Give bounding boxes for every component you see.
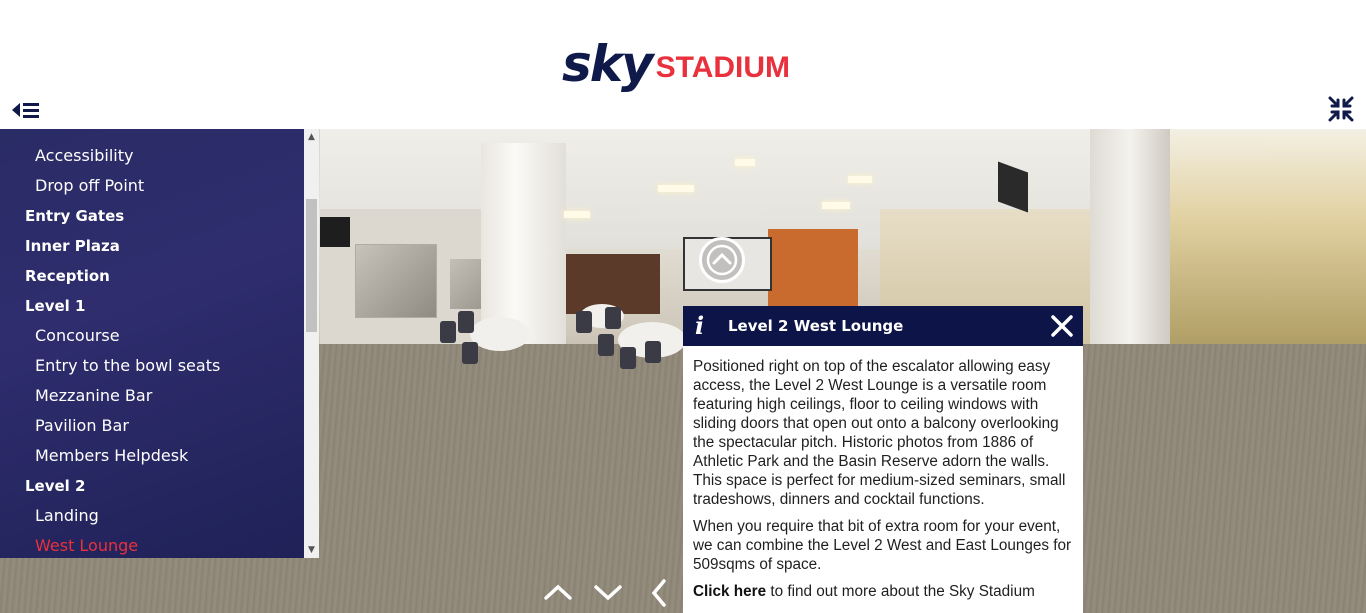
sidebar-item-landing[interactable]: Landing <box>0 501 304 531</box>
sidebar-item-level-2[interactable]: Level 2 <box>0 471 304 501</box>
sidebar-item-concourse[interactable]: Concourse <box>0 321 304 351</box>
info-panel-header: i Level 2 West Lounge <box>683 306 1083 346</box>
sidebar-item-accessibility[interactable]: Accessibility <box>0 141 304 171</box>
chair <box>605 307 621 329</box>
sidebar-scrollbar[interactable]: ▲ ▼ <box>304 129 319 558</box>
panorama-nav <box>540 578 680 608</box>
location-sidebar: Accessibility Drop off Point Entry Gates In… <box>0 129 304 558</box>
ceiling-light <box>735 159 755 166</box>
chevron-down-icon[interactable] <box>590 578 626 608</box>
scroll-thumb[interactable] <box>306 199 317 332</box>
sidebar-item-entry-gates[interactable]: Entry Gates <box>0 201 304 231</box>
sidebar-item-west-lounge[interactable]: West Lounge <box>0 531 304 558</box>
sidebar-item-reception[interactable]: Reception <box>0 261 304 291</box>
sky-stadium-logo[interactable]: sky STADIUM <box>562 30 790 94</box>
chair <box>620 347 636 369</box>
info-description: When you require that bit of extra room … <box>693 518 1072 573</box>
sidebar-item-entry-to-the-bowl-seats[interactable]: Entry to the bowl seats <box>0 351 304 381</box>
sidebar-item-inner-plaza[interactable]: Inner Plaza <box>0 231 304 261</box>
scroll-down-arrow-icon[interactable]: ▼ <box>304 544 319 556</box>
chevron-up-icon[interactable] <box>540 578 576 608</box>
navigation-hotspot[interactable] <box>699 237 745 283</box>
chair <box>576 311 592 333</box>
info-panel: i Level 2 West Lounge Positioned right o… <box>683 306 1083 613</box>
click-here-link[interactable]: Click here <box>693 583 766 600</box>
ceiling-light <box>848 176 872 183</box>
header-bar: sky STADIUM <box>0 0 1366 129</box>
info-more: Click here to find out more about the Sk… <box>693 582 1073 601</box>
chair <box>645 341 661 363</box>
feature-wall <box>768 229 858 309</box>
sidebar-item-pavilion-bar[interactable]: Pavilion Bar <box>0 411 304 441</box>
ceiling-light <box>564 211 590 218</box>
sidebar-item-members-helpdesk[interactable]: Members Helpdesk <box>0 441 304 471</box>
chair <box>598 334 614 356</box>
chevron-left-icon[interactable] <box>640 578 676 608</box>
historic-photo <box>355 244 437 318</box>
wall-tv <box>320 217 350 247</box>
info-icon: i <box>695 311 705 340</box>
scroll-up-arrow-icon[interactable]: ▲ <box>304 131 319 143</box>
sidebar-item-level-1[interactable]: Level 1 <box>0 291 304 321</box>
ceiling-light <box>658 185 694 192</box>
location-list: Accessibility Drop off Point Entry Gates In… <box>0 129 304 558</box>
fullscreen-exit-icon[interactable] <box>1328 96 1354 122</box>
dining-table <box>470 317 530 351</box>
chair <box>440 321 456 343</box>
sidebar-item-mezzanine-bar[interactable]: Mezzanine Bar <box>0 381 304 411</box>
logo-sky-text: sky <box>562 35 654 93</box>
info-description: Positioned right on top of the escalator… <box>693 358 1066 508</box>
logo-stadium-text: STADIUM <box>655 51 791 84</box>
info-more-text: to find out more about the Sky Stadium <box>766 583 1035 600</box>
ceiling-light <box>822 202 850 209</box>
chair <box>462 342 478 364</box>
info-panel-body: Positioned right on top of the escalator… <box>683 346 1083 601</box>
menu-collapse-icon[interactable] <box>10 98 40 122</box>
info-panel-title: Level 2 West Lounge <box>728 317 904 335</box>
sidebar-item-drop-off-point[interactable]: Drop off Point <box>0 171 304 201</box>
chair <box>458 311 474 333</box>
close-icon[interactable] <box>1049 313 1075 339</box>
